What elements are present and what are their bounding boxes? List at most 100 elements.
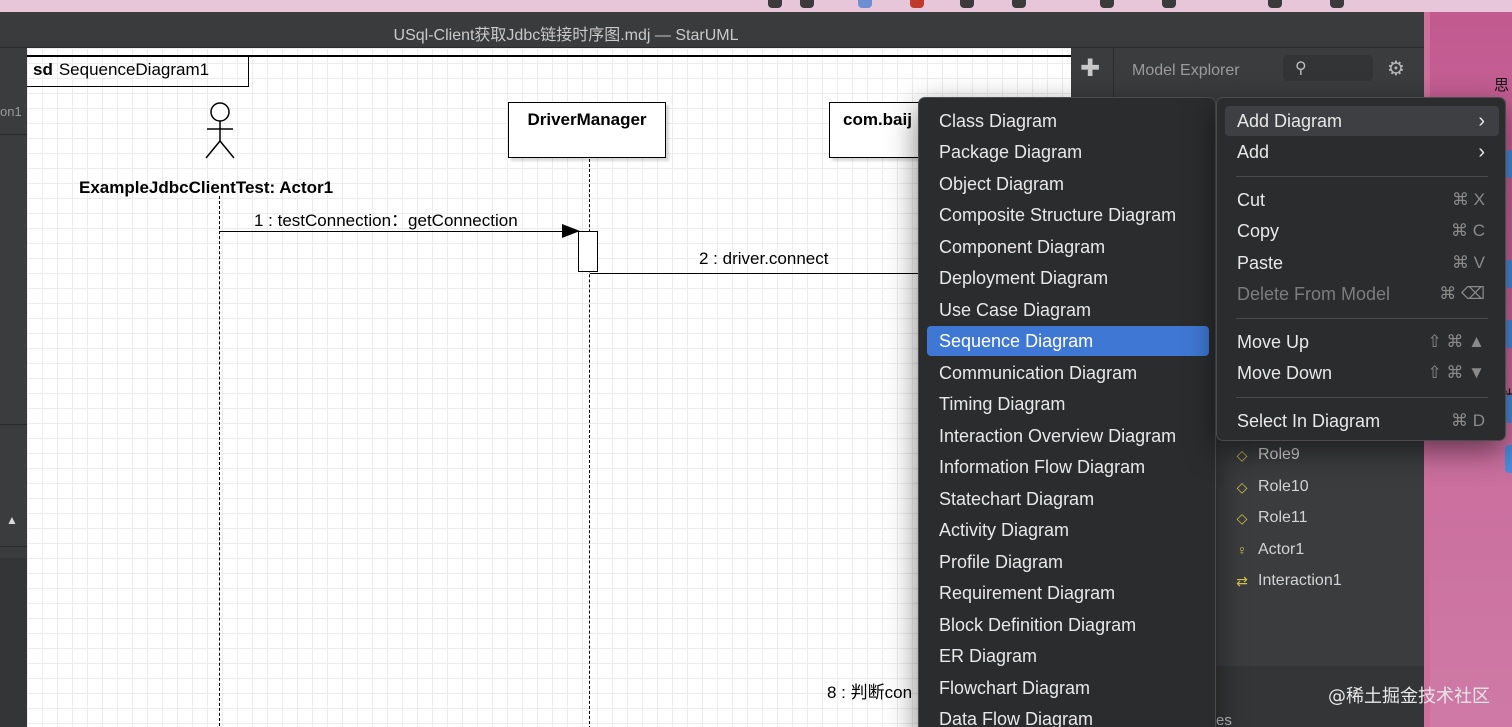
dock-item[interactable] <box>1505 150 1512 178</box>
menu-item-add-diagram[interactable]: Add Diagram › <box>1225 106 1499 136</box>
menubar-app-icon[interactable] <box>1100 0 1114 8</box>
menu-item-package-diagram[interactable]: Package Diagram <box>927 137 1209 167</box>
menu-item-label: Delete From Model <box>1237 284 1391 304</box>
message-arrow[interactable] <box>219 231 575 232</box>
menubar-app-icon[interactable] <box>800 0 814 8</box>
divider <box>0 424 27 425</box>
menu-item-block-definition-diagram[interactable]: Block Definition Diagram <box>927 610 1209 640</box>
menu-item-information-flow-diagram[interactable]: Information Flow Diagram <box>927 452 1209 482</box>
search-icon[interactable]: ⚲ <box>1295 58 1307 78</box>
tree-item-label: Interaction1 <box>1258 572 1342 589</box>
menubar-app-icon[interactable] <box>910 0 924 8</box>
tree-item[interactable]: ◇ Role10 <box>1234 475 1309 499</box>
menu-item-delete-from-model: Delete From Model ⌘ ⌫ <box>1225 279 1499 309</box>
menu-item-class-diagram[interactable]: Class Diagram <box>927 106 1209 136</box>
actor-figure-icon[interactable] <box>202 102 238 160</box>
menu-item-activity-diagram[interactable]: Activity Diagram <box>927 515 1209 545</box>
menu-item-object-diagram[interactable]: Object Diagram <box>927 169 1209 199</box>
actor-lifeline[interactable] <box>219 196 220 727</box>
context-menu: Add Diagram › Add › Cut ⌘ X Copy ⌘ C Pas… <box>1216 97 1506 441</box>
menu-item-use-case-diagram[interactable]: Use Case Diagram <box>927 295 1209 325</box>
menu-item-label: Cut <box>1237 190 1266 210</box>
dock-item[interactable] <box>1505 260 1512 288</box>
menu-item-communication-diagram[interactable]: Communication Diagram <box>927 358 1209 388</box>
menu-item-flowchart-diagram[interactable]: Flowchart Diagram <box>927 673 1209 703</box>
role-icon: ◇ <box>1236 478 1248 495</box>
menu-item-paste[interactable]: Paste ⌘ V <box>1225 248 1499 278</box>
menu-item-label: Paste <box>1237 253 1284 273</box>
dock-item[interactable] <box>1505 320 1512 348</box>
message-label[interactable]: 1 : testConnection：getConnection <box>254 206 518 231</box>
window-title: USql-Client获取Jdbc链接时序图.mdj — StarUML <box>393 27 739 44</box>
menubar-app-icon[interactable] <box>858 0 872 8</box>
menu-item-er-diagram[interactable]: ER Diagram <box>927 641 1209 671</box>
shortcut-label: ⌘ C <box>1451 221 1485 240</box>
frame-name: SequenceDiagram1 <box>58 60 210 79</box>
shortcut-label: ⌘ ⌫ <box>1439 284 1485 303</box>
menu-item-label: Add Diagram <box>1237 111 1343 131</box>
menu-item-label: Select In Diagram <box>1237 411 1381 431</box>
menubar-app-icon[interactable] <box>960 0 974 8</box>
tree-item[interactable]: ⇄ Interaction1 <box>1234 569 1342 593</box>
role-icon: ◇ <box>1236 509 1248 526</box>
puzzle-icon[interactable]: ✚ <box>1080 54 1100 83</box>
shortcut-label: ⇧ ⌘ ▲ <box>1427 332 1485 351</box>
menu-item-move-up[interactable]: Move Up ⇧ ⌘ ▲ <box>1225 327 1499 357</box>
frame-kind: sd <box>33 60 53 79</box>
menu-item-deployment-diagram[interactable]: Deployment Diagram <box>927 263 1209 293</box>
menubar-app-icon[interactable] <box>1162 0 1176 8</box>
menu-item-component-diagram[interactable]: Component Diagram <box>927 232 1209 262</box>
divider <box>0 546 27 547</box>
menu-item-add[interactable]: Add › <box>1225 137 1499 167</box>
dock-item[interactable] <box>1505 445 1512 473</box>
message-label[interactable]: 8 : 判断con <box>827 678 912 703</box>
shortcut-label: ⌘ X <box>1451 190 1485 209</box>
tree-item-label: Role11 <box>1258 509 1308 526</box>
tree-item[interactable]: ◇ Role9 <box>1234 443 1300 467</box>
activation-bar[interactable] <box>578 231 598 272</box>
menu-item-select-in-diagram[interactable]: Select In Diagram ⌘ D <box>1225 406 1499 436</box>
left-panel: on1 ▲ <box>0 48 27 727</box>
menubar-app-icon[interactable] <box>1330 0 1344 8</box>
add-diagram-submenu: Class Diagram Package Diagram Object Dia… <box>918 97 1216 727</box>
watermark: @稀土掘金技术社区 <box>1328 686 1490 707</box>
menu-item-label: Move Down <box>1237 363 1333 383</box>
menu-item-interaction-overview-diagram[interactable]: Interaction Overview Diagram <box>927 421 1209 451</box>
frame-label[interactable]: sd SequenceDiagram1 <box>27 56 249 87</box>
menubar-app-icon[interactable] <box>1268 0 1282 8</box>
menu-separator <box>1236 397 1488 398</box>
chevron-right-icon: › <box>1478 141 1485 163</box>
menu-item-data-flow-diagram[interactable]: Data Flow Diagram <box>927 704 1209 727</box>
tree-item[interactable]: ♀ Actor1 <box>1234 538 1305 562</box>
menu-item-sequence-diagram[interactable]: Sequence Diagram <box>927 326 1209 356</box>
message-arrow[interactable] <box>590 273 920 274</box>
left-panel-label: on1 <box>0 104 22 119</box>
menu-item-move-down[interactable]: Move Down ⇧ ⌘ ▼ <box>1225 358 1499 388</box>
divider <box>0 134 27 135</box>
menu-item-requirement-diagram[interactable]: Requirement Diagram <box>927 578 1209 608</box>
menu-item-profile-diagram[interactable]: Profile Diagram <box>927 547 1209 577</box>
tree-item[interactable]: ◇ Role11 <box>1234 506 1308 530</box>
menu-item-cut[interactable]: Cut ⌘ X <box>1225 185 1499 215</box>
menu-item-timing-diagram[interactable]: Timing Diagram <box>927 389 1209 419</box>
message-label[interactable]: 2 : driver.connect <box>699 249 828 269</box>
menubar-app-icon[interactable] <box>1012 0 1026 8</box>
gear-icon[interactable]: ⚙ <box>1387 56 1405 81</box>
tree-item-label: Role10 <box>1258 478 1309 495</box>
dock-item[interactable] <box>1505 395 1512 423</box>
actor-label[interactable]: ExampleJdbcClientTest: Actor1 <box>79 178 333 198</box>
left-panel-lower <box>0 558 27 727</box>
menu-item-label: Add <box>1237 142 1270 162</box>
menubar-app-icon[interactable] <box>768 0 782 8</box>
menu-item-composite-structure-diagram[interactable]: Composite Structure Diagram <box>927 200 1209 230</box>
role-icon: ◇ <box>1236 446 1248 463</box>
collapse-up-icon[interactable]: ▲ <box>6 513 18 527</box>
properties-text: es <box>1216 712 1232 727</box>
model-explorer-title: Model Explorer <box>1132 62 1240 79</box>
actor-icon: ♀ <box>1236 542 1248 558</box>
lifeline-drivermanager[interactable]: DriverManager <box>508 102 666 158</box>
title-bar[interactable]: USql-Client获取Jdbc链接时序图.mdj — StarUML <box>0 12 1424 48</box>
menu-item-statechart-diagram[interactable]: Statechart Diagram <box>927 484 1209 514</box>
menu-item-copy[interactable]: Copy ⌘ C <box>1225 216 1499 246</box>
diagram-canvas[interactable]: sd SequenceDiagram1 ExampleJdbcClientTest… <box>27 48 1071 727</box>
